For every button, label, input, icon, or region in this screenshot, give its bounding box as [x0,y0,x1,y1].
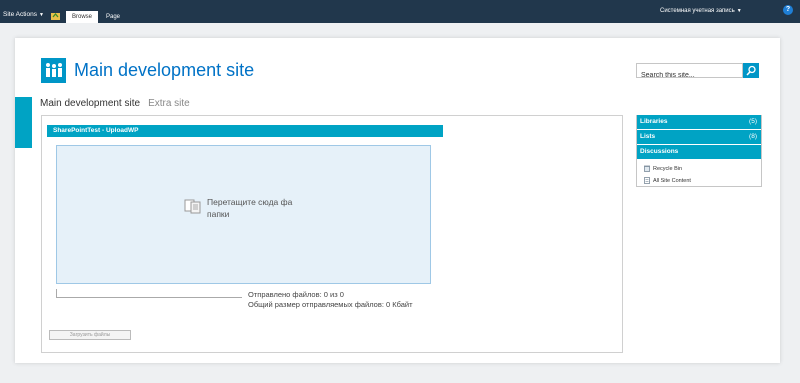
recycle-bin-icon [644,165,650,172]
tab-page[interactable]: Page [102,11,124,23]
webpart-title: SharePointTest - UploadWP [47,125,443,137]
documents-icon [184,199,201,214]
search-box [636,63,743,82]
libraries-count: (5) [749,118,757,125]
libraries-label: Libraries [640,118,668,125]
recycle-bin-label: Recycle Bin [653,166,683,172]
lists-label: Lists [640,133,656,140]
discussions-label: Discussions [640,148,679,155]
nav-item-extra-site[interactable]: Extra site [148,98,190,109]
site-actions-label: Site Actions [3,11,37,18]
site-logo-people-icon[interactable] [41,58,66,83]
nav-item-main-site[interactable]: Main development site [40,98,140,109]
sidebar-item-all-site-content[interactable]: All Site Content [644,176,754,186]
site-actions-menu[interactable]: Site Actions ▼ [0,7,44,23]
search-icon[interactable] [743,63,759,78]
lists-count: (8) [749,133,757,140]
chevron-down-icon: ▼ [736,8,742,14]
drop-text-line1: Перетащите сюда фа [207,197,293,207]
left-accent-bar [15,97,32,148]
navigate-up-folder-icon[interactable] [51,11,60,20]
sidebar-item-libraries[interactable]: Libraries (5) [637,115,761,129]
sidebar-item-recycle-bin[interactable]: Recycle Bin [644,164,754,174]
sidebar-item-lists[interactable]: Lists (8) [637,130,761,144]
tab-browse[interactable]: Browse [66,11,98,23]
upload-progress-bar [56,289,242,298]
question-icon[interactable]: ? [783,5,793,15]
drop-text-line2: папки [207,209,230,219]
user-menu[interactable]: Системная учетная запись ▼ [660,5,755,17]
search-input[interactable] [637,69,742,82]
top-navigation: Main development site Extra site [40,97,190,111]
site-title[interactable]: Main development site [74,58,334,82]
user-name: Системная учетная запись [660,8,735,14]
chevron-down-icon: ▼ [38,12,44,18]
drop-zone-text: Перетащите сюда фа папки [207,196,303,220]
upload-files-button[interactable]: Загрузить файлы [49,330,131,340]
sidebar-item-discussions[interactable]: Discussions [637,145,761,159]
total-size-status: Общий размер отправляемых файлов: 0 Кбай… [248,300,413,309]
all-site-content-icon [644,177,650,184]
all-site-content-label: All Site Content [653,178,691,184]
